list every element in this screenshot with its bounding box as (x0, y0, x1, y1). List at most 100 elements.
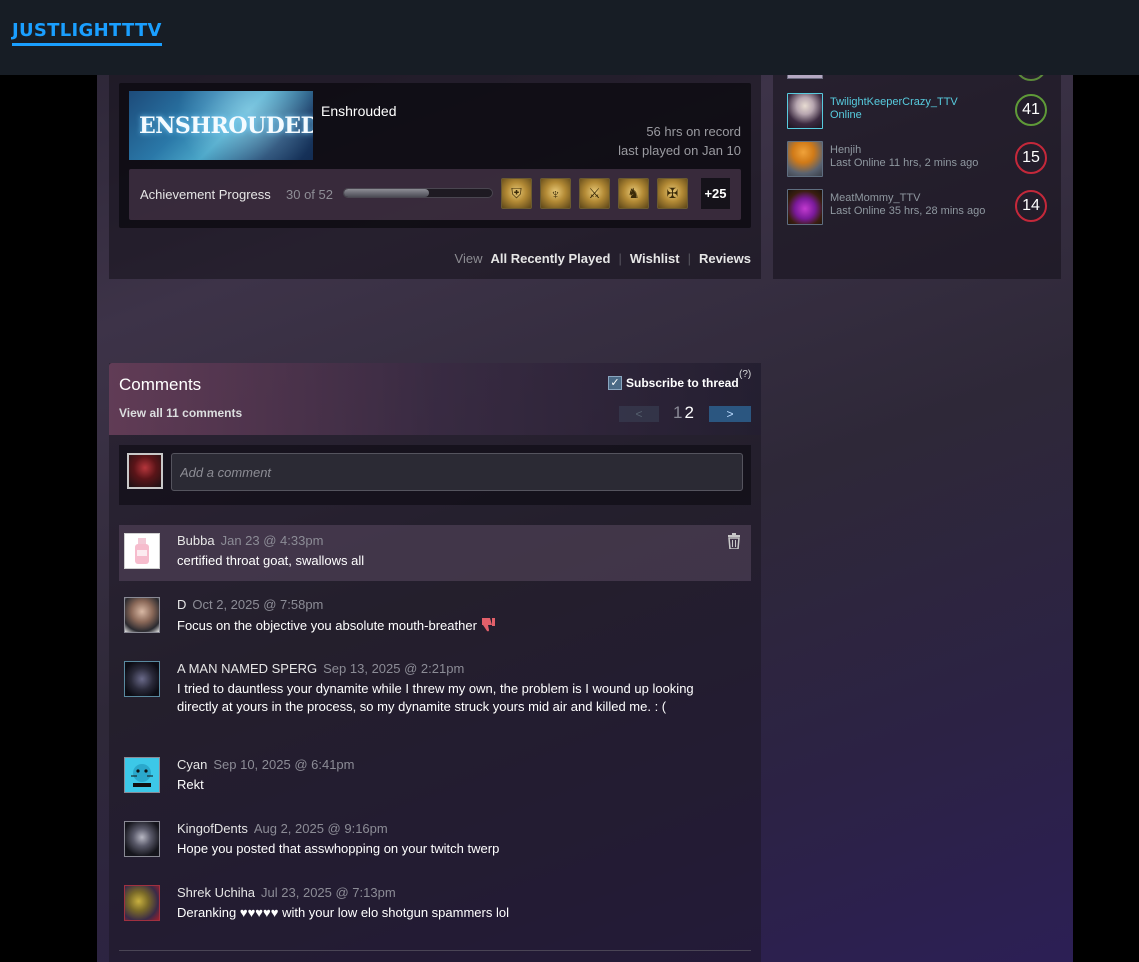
comments-panel: Comments View all 11 comments ✓ Subscrib… (109, 363, 761, 962)
friend-avatar[interactable] (787, 141, 823, 177)
comment-text: Hope you posted that asswhopping on your… (177, 841, 500, 856)
friend-level-badge: 41 (1015, 94, 1047, 126)
top-bar: JUSTLIGHTTTV (0, 0, 1139, 75)
friend-avatar[interactable] (787, 93, 823, 129)
friend-level-badge: 15 (1015, 142, 1047, 174)
comment-date: Jul 23, 2025 @ 7:13pm (261, 885, 396, 900)
delete-comment-icon[interactable] (727, 533, 743, 551)
helmet-achievement-icon[interactable]: ⛨ (501, 178, 532, 209)
next-page-button[interactable]: > (709, 406, 751, 422)
subscribe-to-thread[interactable]: ✓ Subscribe to thread (608, 376, 739, 390)
commenter-avatar[interactable] (124, 661, 160, 697)
comment-text: I tried to dauntless your dynamite while… (177, 681, 694, 714)
friend-avatar[interactable] (787, 189, 823, 225)
game-last-played: last played on Jan 10 (618, 143, 741, 158)
view-all-comments-link[interactable]: View all 11 comments (119, 406, 242, 420)
more-achievements-button[interactable]: +25 (701, 178, 730, 209)
achievement-progress-fill (344, 189, 430, 197)
commenter-avatar[interactable] (124, 885, 160, 921)
subscribe-help-link[interactable]: (?) (739, 369, 751, 380)
friend-item[interactable]: MeatMommy_TTV Last Online 35 hrs, 28 min… (787, 189, 1057, 227)
page-1-link[interactable]: 1 (673, 403, 682, 422)
comment-item: Cyan Sep 10, 2025 @ 6:41pm Rekt (119, 749, 751, 805)
comment-text: Rekt (177, 777, 204, 792)
friend-status: Online (830, 109, 862, 121)
friend-avatar[interactable] (787, 75, 823, 79)
game-capsule-logo: ENSHROUDED (139, 113, 313, 139)
commenter-avatar[interactable] (124, 533, 160, 569)
friend-level-badge: 14 (1015, 190, 1047, 222)
bottle-icon (135, 538, 149, 564)
pagination: 12 (673, 403, 694, 423)
comment-date: Jan 23 @ 4:33pm (220, 533, 324, 548)
reviews-link[interactable]: Reviews (699, 251, 751, 266)
view-links: View All Recently Played | Wishlist | Re… (455, 251, 751, 266)
comment-author[interactable]: Shrek Uchiha (177, 885, 255, 900)
game-name[interactable]: Enshrouded (321, 103, 397, 119)
comment-date: Sep 13, 2025 @ 2:21pm (323, 661, 465, 676)
comment-author[interactable]: KingofDents (177, 821, 248, 836)
comments-divider (119, 950, 751, 951)
comment-author-line: Shrek Uchiha Jul 23, 2025 @ 7:13pm (177, 885, 396, 900)
cat-face-icon (131, 764, 153, 787)
comment-text: Deranking ♥♥♥♥♥ with your low elo shotgu… (177, 905, 509, 920)
page-2-current: 2 (684, 403, 694, 422)
friend-level-badge (1015, 75, 1047, 81)
comment-compose (119, 445, 751, 505)
friend-status: Last Online 11 hrs, 2 mins ago (830, 157, 979, 169)
recent-game-card: ENSHROUDED Enshrouded 56 hrs on record l… (119, 83, 751, 228)
comment-author-line: KingofDents Aug 2, 2025 @ 9:16pm (177, 821, 388, 836)
knight-achievement-icon[interactable]: ♞ (618, 178, 649, 209)
thumbs-down-icon (481, 618, 495, 632)
comment-author-line: D Oct 2, 2025 @ 7:58pm (177, 597, 323, 612)
profile-name-tab[interactable]: JUSTLIGHTTTV (12, 20, 162, 46)
comment-date: Sep 10, 2025 @ 6:41pm (213, 757, 355, 772)
comment-item: D Oct 2, 2025 @ 7:58pm Focus on the objec… (119, 589, 751, 645)
view-label: View (454, 251, 483, 266)
friend-name[interactable]: Henjih (830, 144, 861, 156)
game-capsule-image[interactable]: ENSHROUDED (129, 91, 313, 160)
comment-date: Oct 2, 2025 @ 7:58pm (192, 597, 324, 612)
game-hours: 56 hrs on record (646, 124, 741, 139)
subscribe-checkbox[interactable]: ✓ (608, 376, 622, 390)
commenter-avatar[interactable] (124, 597, 160, 633)
prev-page-button[interactable]: < (619, 406, 659, 422)
commenter-avatar[interactable] (124, 821, 160, 857)
achievement-count: 30 of 52 (286, 187, 333, 202)
commenter-avatar[interactable] (124, 757, 160, 793)
comment-author[interactable]: D (177, 597, 186, 612)
separator: | (618, 251, 622, 266)
friend-status: Last Online 35 hrs, 28 mins ago (830, 205, 986, 217)
comment-author[interactable]: A MAN NAMED SPERG (177, 661, 317, 676)
comment-date: Aug 2, 2025 @ 9:16pm (253, 821, 388, 836)
trident-achievement-icon[interactable]: ♆ (540, 178, 571, 209)
comment-author[interactable]: Cyan (177, 757, 207, 772)
comment-author-line: Bubba Jan 23 @ 4:33pm (177, 533, 323, 548)
achievement-progress-row[interactable]: Achievement Progress 30 of 52 ⛨ ♆ ⚔ ♞ ✠ … (129, 169, 741, 220)
separator: | (687, 251, 691, 266)
blade-achievement-icon[interactable]: ⚔ (579, 178, 610, 209)
comment-author[interactable]: Bubba (177, 533, 215, 548)
my-avatar (127, 453, 163, 489)
comment-author-line: A MAN NAMED SPERG Sep 13, 2025 @ 2:21pm (177, 661, 464, 676)
comments-title: Comments (119, 375, 202, 394)
subscribe-label[interactable]: Subscribe to thread (626, 376, 739, 390)
achievement-icons: ⛨ ♆ ⚔ ♞ ✠ (501, 178, 688, 209)
all-recently-played-link[interactable]: All Recently Played (490, 251, 610, 266)
friend-item[interactable]: Henjih Last Online 11 hrs, 2 mins ago 15 (787, 141, 1057, 179)
friend-item[interactable]: TwilightKeeperCrazy_TTV Online 41 (787, 93, 1057, 131)
comment-item: Shrek Uchiha Jul 23, 2025 @ 7:13pm Derank… (119, 877, 751, 933)
recent-activity-panel: ENSHROUDED Enshrouded 56 hrs on record l… (109, 75, 761, 279)
friend-name[interactable]: TwilightKeeperCrazy_TTV (830, 96, 958, 108)
friends-panel: TwilightKeeperCrazy_TTV Online 41 Henjih… (773, 75, 1061, 279)
wishlist-link[interactable]: Wishlist (630, 251, 680, 266)
comment-item: Bubba Jan 23 @ 4:33pm certified throat go… (119, 525, 751, 581)
comment-text: Focus on the objective you absolute mout… (177, 616, 717, 635)
comment-item: A MAN NAMED SPERG Sep 13, 2025 @ 2:21pm I… (119, 653, 751, 743)
friend-name[interactable]: MeatMommy_TTV (830, 192, 920, 204)
comment-author-line: Cyan Sep 10, 2025 @ 6:41pm (177, 757, 355, 772)
comment-item: KingofDents Aug 2, 2025 @ 9:16pm Hope you… (119, 813, 751, 869)
crest-achievement-icon[interactable]: ✠ (657, 178, 688, 209)
comment-text: certified throat goat, swallows all (177, 553, 365, 568)
add-comment-input[interactable] (171, 453, 743, 491)
